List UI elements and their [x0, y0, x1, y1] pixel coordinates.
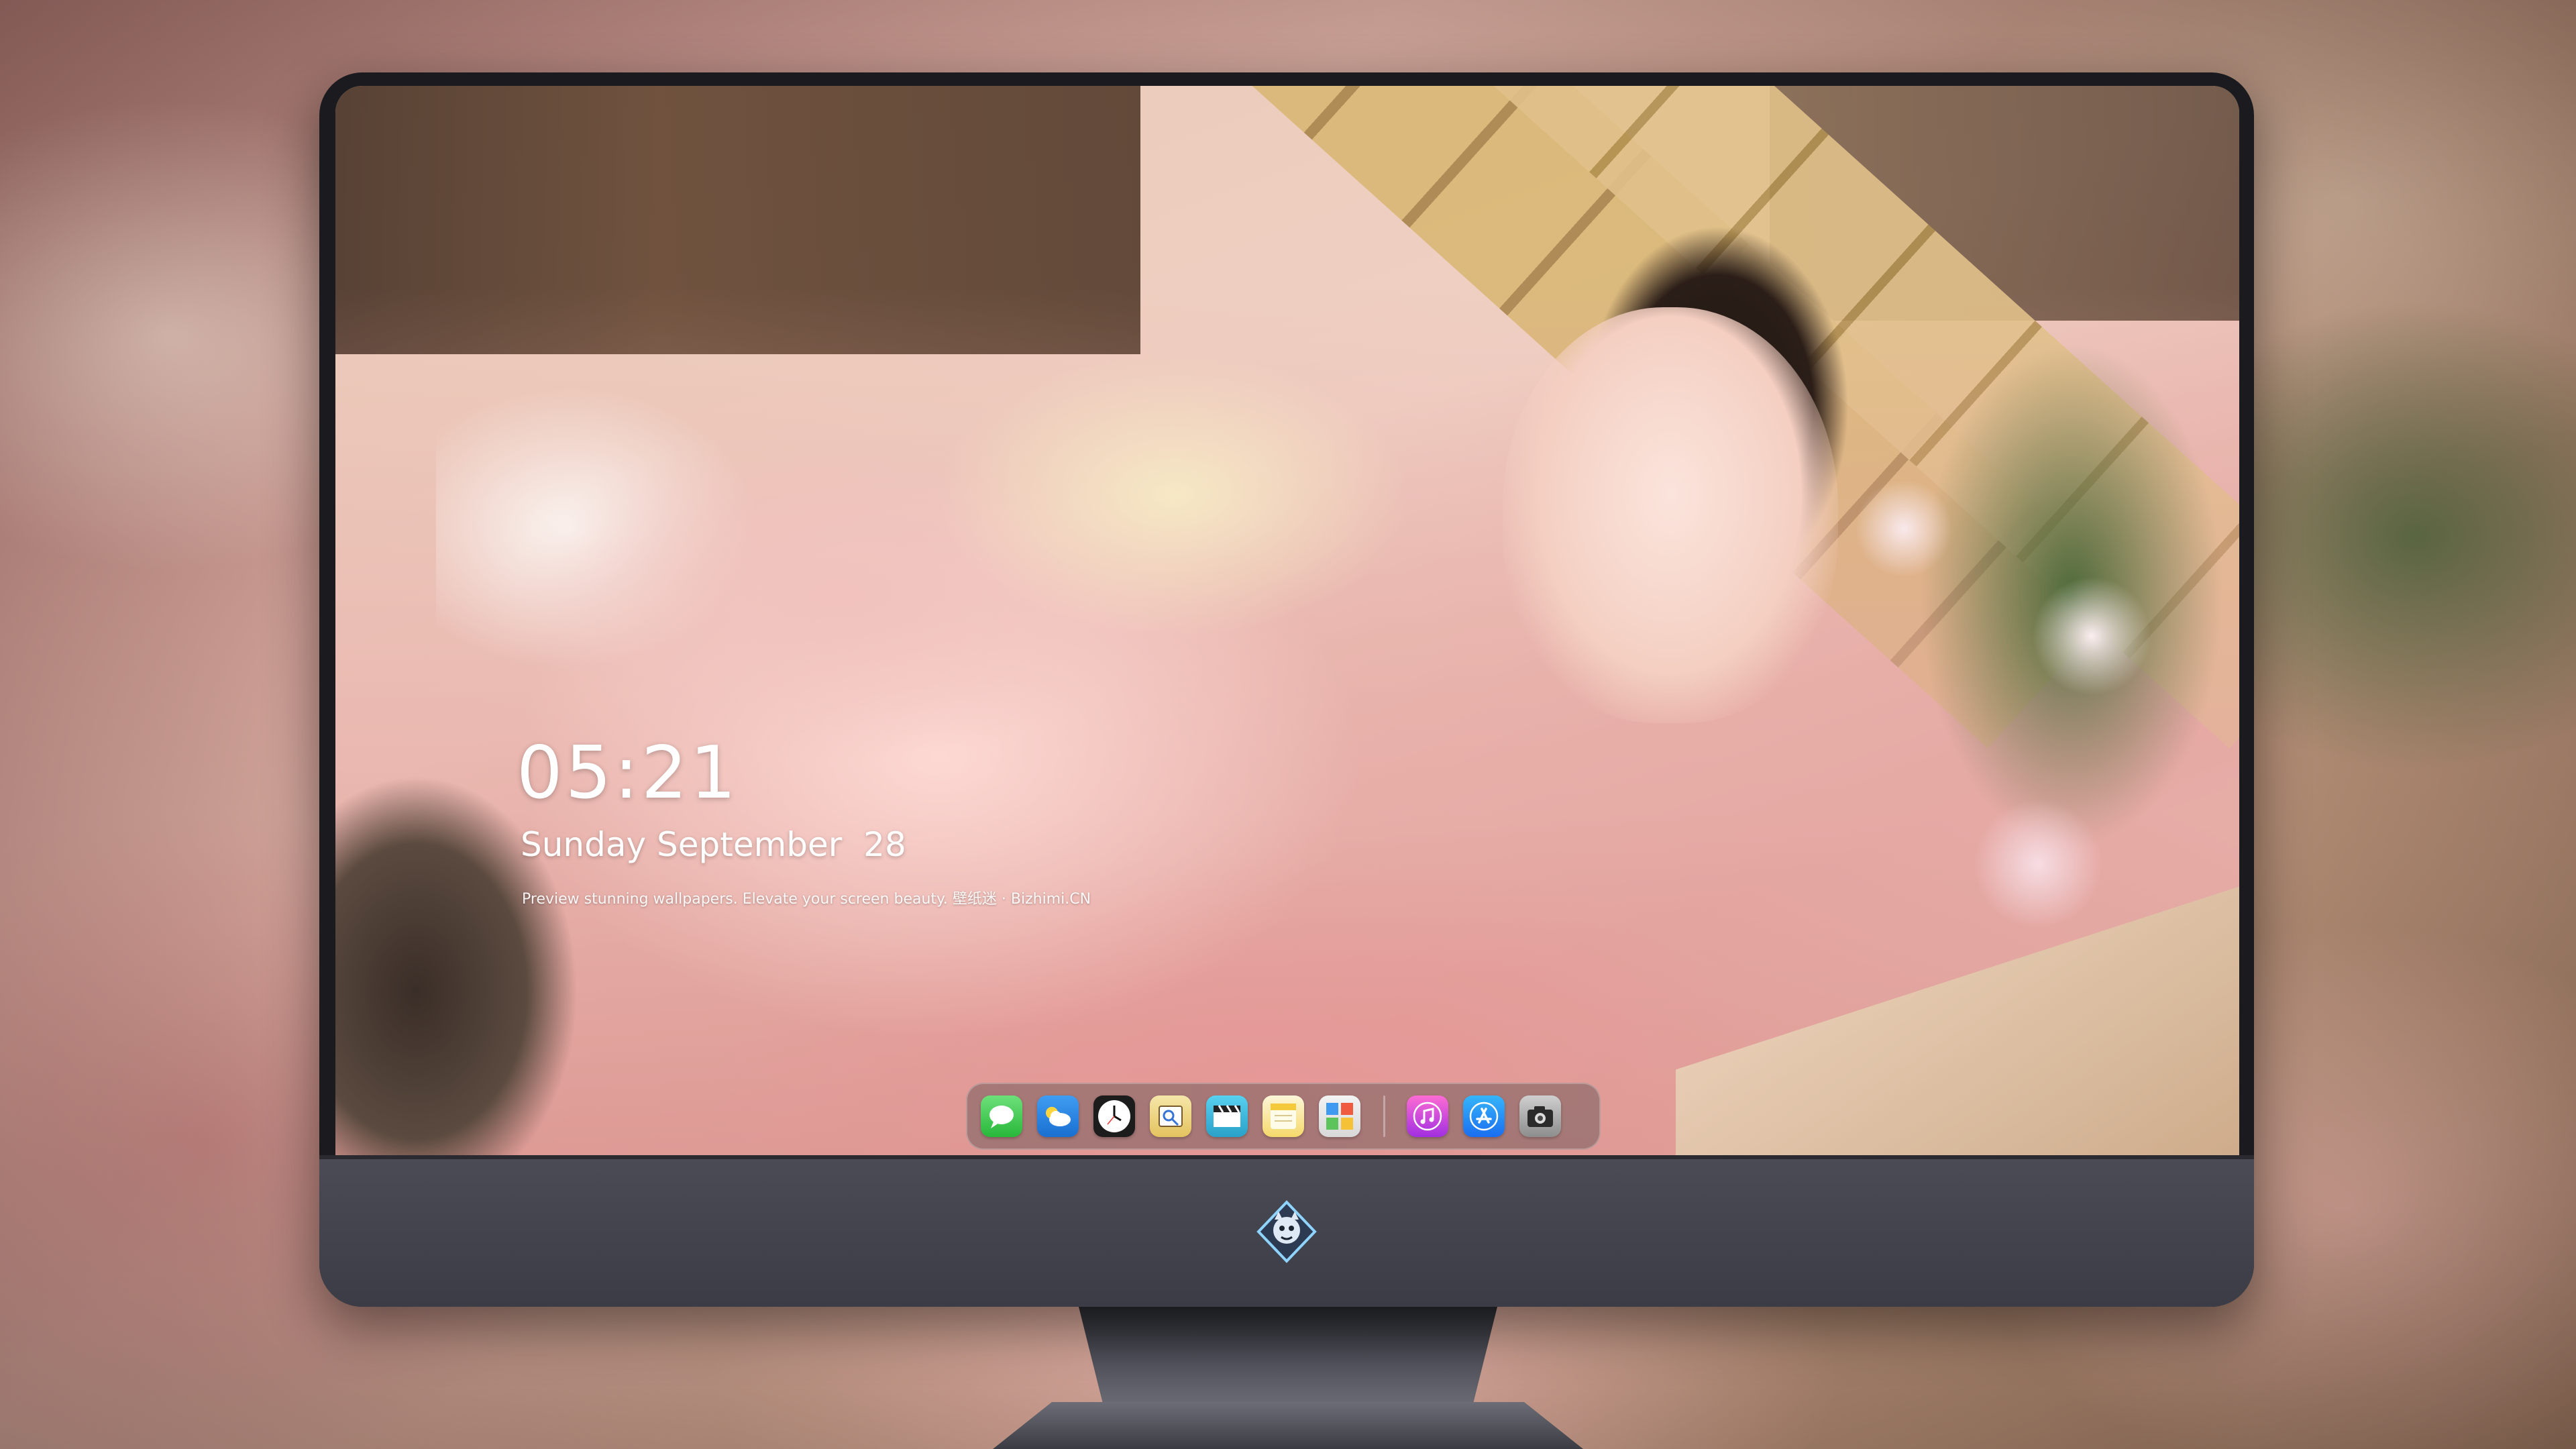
weather-icon[interactable] [1037, 1095, 1079, 1137]
photos-icon[interactable] [1319, 1095, 1360, 1137]
brand-logo-icon [1256, 1200, 1317, 1263]
preview-icon[interactable] [1150, 1095, 1191, 1137]
camera-icon[interactable] [1519, 1095, 1561, 1137]
music-icon[interactable] [1407, 1095, 1448, 1137]
monitor-chin [319, 1155, 2254, 1307]
messages-icon[interactable] [981, 1095, 1022, 1137]
monitor-stand-base [993, 1402, 1583, 1449]
notes-icon[interactable] [1263, 1095, 1304, 1137]
desktop-screen: 05:21 Sunday September 28 Preview stunni… [335, 86, 2239, 1155]
clock-icon[interactable] [1093, 1095, 1135, 1137]
wallpaper-flowers [1770, 260, 2239, 998]
video-icon[interactable] [1206, 1095, 1248, 1137]
app-store-icon[interactable] [1463, 1095, 1505, 1137]
lockscreen-date: Sunday September 28 [521, 825, 906, 864]
dock [966, 1083, 1601, 1150]
monitor-stand-neck [1079, 1307, 1497, 1407]
wallpaper-tagline: Preview stunning wallpapers. Elevate you… [522, 891, 1091, 908]
wallpaper-rock [335, 757, 617, 1155]
dock-separator [1383, 1095, 1385, 1137]
lockscreen-time: 05:21 [517, 731, 739, 815]
